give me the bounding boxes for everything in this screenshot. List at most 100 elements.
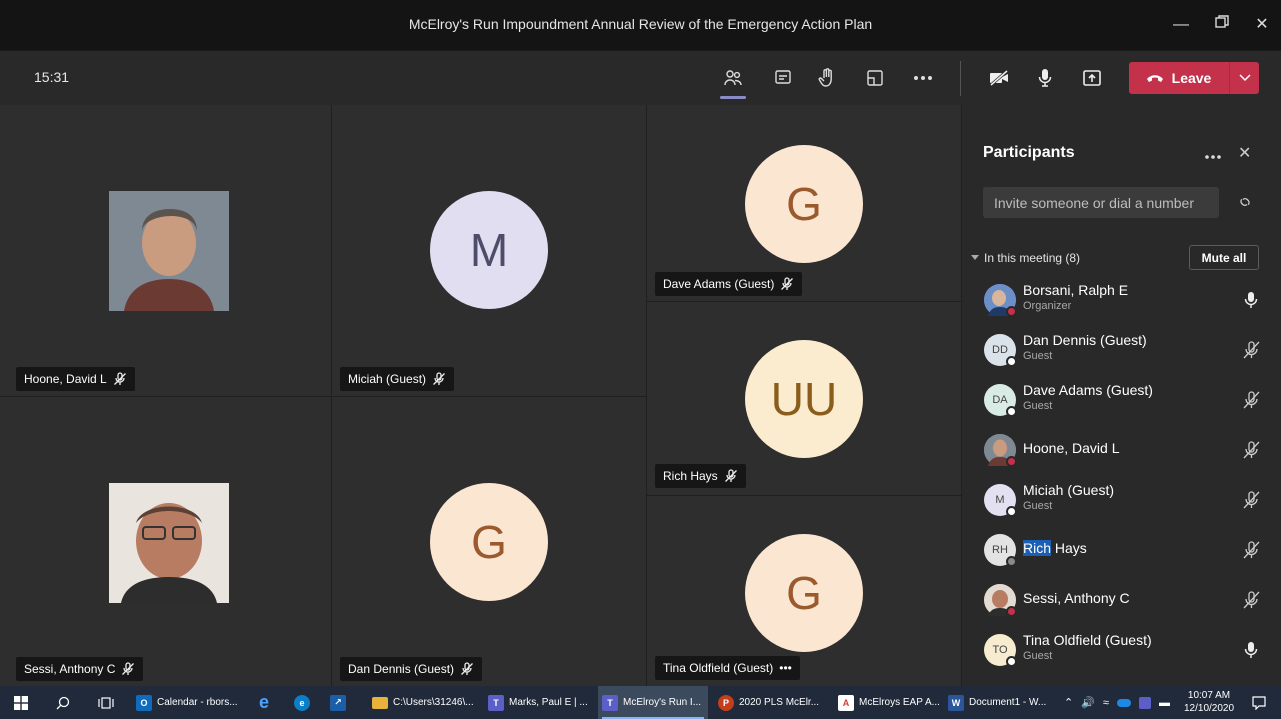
mic-off-icon [781, 277, 794, 290]
participant-initials-avatar: UU [745, 340, 863, 458]
minimize-button[interactable]: — [1168, 12, 1194, 38]
taskbar-date: 12/10/2020 [1184, 703, 1235, 714]
taskbar-app[interactable]: e [290, 686, 320, 719]
notifications-button[interactable] [1248, 686, 1274, 719]
start-button[interactable] [10, 686, 40, 719]
participant-row[interactable]: M Miciah (Guest) Guest [962, 476, 1281, 526]
outlook-icon: O [136, 694, 152, 711]
participant-row[interactable]: TO Tina Oldfield (Guest) Guest [962, 626, 1281, 676]
wifi-icon[interactable]: ≈ [1103, 697, 1109, 709]
taskbar-app[interactable]: P 2020 PLS McElr... [714, 686, 824, 719]
participant-row[interactable]: Hoone, David L [962, 426, 1281, 476]
ellipsis-icon [914, 76, 932, 80]
participant-row[interactable]: DD Dan Dennis (Guest) Guest [962, 326, 1281, 376]
in-meeting-section-header[interactable]: In this meeting (8) [971, 251, 1080, 265]
taskbar-clock[interactable]: 10:07 AM 12/10/2020 [1184, 689, 1234, 715]
teams-tray-icon[interactable] [1138, 696, 1151, 709]
hand-icon [818, 68, 832, 87]
battery-icon[interactable]: ▬ [1159, 697, 1170, 709]
video-tile[interactable]: G Dave Adams (Guest) [647, 105, 961, 301]
mic-off-icon [113, 372, 126, 385]
participant-role: Guest [1023, 500, 1053, 512]
breakout-rooms-button[interactable] [858, 61, 892, 95]
mic-off-icon [1243, 341, 1260, 359]
tile-nametag: Sessi, Anthony C [16, 657, 144, 681]
raise-hand-button[interactable] [810, 61, 844, 95]
participant-photo [109, 191, 229, 311]
ellipsis-icon [1205, 155, 1221, 159]
video-tile[interactable]: Sessi, Anthony C [0, 397, 331, 686]
video-tile[interactable]: Hoone, David L [0, 105, 331, 396]
task-view-icon [98, 696, 114, 709]
participant-row[interactable]: DA Dave Adams (Guest) Guest [962, 376, 1281, 426]
taskbar-app[interactable]: O Calendar - rbors... [132, 686, 242, 719]
maximize-button[interactable] [1209, 12, 1235, 38]
onedrive-icon[interactable] [1116, 698, 1131, 707]
tile-nametag: Miciah (Guest) [340, 367, 455, 391]
tile-name: Miciah (Guest) [348, 372, 427, 386]
rooms-icon [867, 70, 883, 86]
tile-name: Sessi, Anthony C [24, 662, 116, 676]
panel-more-options[interactable] [1204, 147, 1222, 165]
taskbar-app[interactable]: ↗ [326, 686, 356, 719]
video-tile[interactable]: G Tina Oldfield (Guest) ••• [647, 496, 961, 686]
tile-nametag: Dave Adams (Guest) [655, 272, 803, 296]
taskbar-app[interactable]: e [252, 686, 282, 719]
hang-up-icon [1146, 75, 1163, 82]
participant-row[interactable]: Sessi, Anthony C [962, 576, 1281, 626]
taskbar-app[interactable]: T Marks, Paul E | ... [484, 686, 592, 719]
presence-status-icon [1006, 506, 1017, 517]
taskbar-time: 10:07 AM [1187, 690, 1231, 701]
mute-all-button[interactable]: Mute all [1189, 245, 1259, 270]
leave-label: Leave [1171, 70, 1212, 86]
share-invite-link-button[interactable] [1236, 194, 1254, 215]
taskbar-app[interactable]: C:\Users\31246\... [368, 686, 476, 719]
mic-off-icon [1243, 541, 1260, 559]
participant-name: Sessi, Anthony C [1023, 590, 1130, 606]
leave-options-dropdown[interactable] [1230, 62, 1259, 94]
participant-role: Guest [1023, 650, 1053, 662]
tile-name: Dave Adams (Guest) [663, 277, 775, 291]
participant-row[interactable]: RH Rich Hays [962, 526, 1281, 576]
windows-logo-icon [14, 695, 28, 710]
teams-icon: T [488, 694, 504, 711]
taskbar-app[interactable]: A McElroys EAP A... [834, 686, 940, 719]
camera-toggle-button[interactable] [982, 61, 1016, 95]
mic-off-icon [1243, 491, 1260, 509]
participant-name: Rich Hays [1023, 540, 1087, 556]
pdf-icon: A [838, 694, 854, 711]
show-hidden-icons-icon[interactable]: ⌃ [1064, 696, 1073, 709]
share-content-button[interactable] [1075, 61, 1109, 95]
notification-icon [1252, 695, 1266, 710]
mic-toggle-button[interactable] [1028, 61, 1062, 95]
tile-name: Tina Oldfield (Guest) [663, 661, 774, 675]
close-panel-button[interactable]: ✕ [1238, 143, 1251, 163]
search-button[interactable] [52, 686, 82, 719]
microphone-icon [1244, 642, 1258, 658]
invite-input[interactable]: Invite someone or dial a number [983, 187, 1219, 218]
participant-row[interactable]: Borsani, Ralph E Organizer [962, 276, 1281, 326]
taskbar-app-active[interactable]: T McElroy's Run I... [598, 686, 708, 719]
tile-more-options[interactable]: ••• [779, 661, 792, 675]
more-actions-button[interactable] [906, 61, 940, 95]
show-chat-button[interactable] [766, 61, 800, 95]
taskbar-app-label: Calendar - rbors... [157, 697, 238, 708]
close-window-button[interactable]: ✕ [1249, 12, 1275, 38]
video-tile[interactable]: M Miciah (Guest) [332, 105, 646, 396]
link-icon [1240, 198, 1250, 206]
people-icon [724, 70, 742, 86]
task-view-button[interactable] [94, 686, 124, 719]
presence-status-icon [1006, 606, 1017, 617]
participant-role: Guest [1023, 400, 1053, 412]
participant-name: Hoone, David L [1023, 440, 1120, 456]
show-participants-button[interactable] [716, 61, 750, 99]
taskbar-app[interactable]: W Document1 - W... [944, 686, 1054, 719]
tile-name: Rich Hays [663, 469, 718, 483]
video-tile[interactable]: UU Rich Hays [647, 302, 961, 495]
panel-title: Participants [983, 144, 1075, 161]
participant-name: Dave Adams (Guest) [1023, 382, 1153, 398]
tile-nametag: Hoone, David L [16, 367, 135, 391]
video-tile[interactable]: G Dan Dennis (Guest) [332, 397, 646, 686]
leave-button[interactable]: Leave [1129, 62, 1228, 94]
volume-icon[interactable]: 🔊 [1081, 696, 1095, 709]
